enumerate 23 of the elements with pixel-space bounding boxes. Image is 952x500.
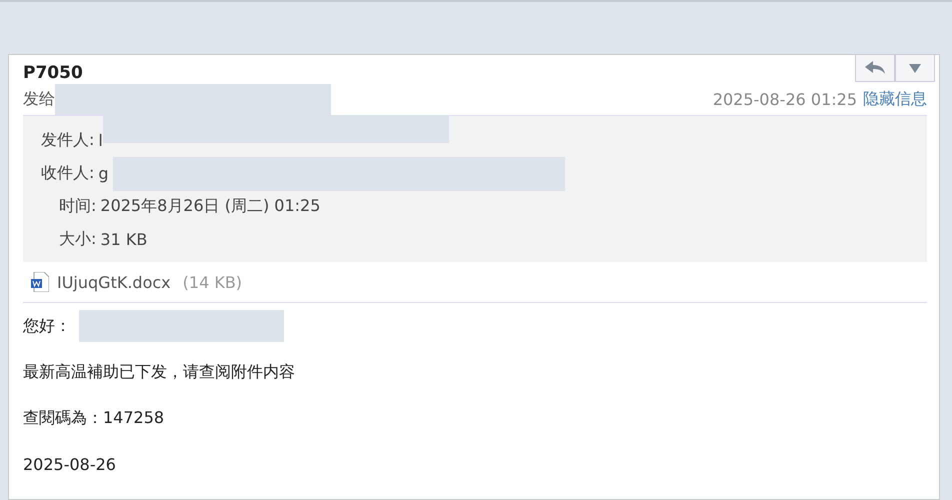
caret-icon xyxy=(909,64,921,72)
body-text: 最新高温補助已下发，请查阅附件内容 xyxy=(23,362,295,382)
attachment-size: (14 KB) xyxy=(182,272,242,292)
more-button[interactable] xyxy=(895,55,935,82)
detail-label: 时间: xyxy=(59,196,96,217)
detail-value: l xyxy=(98,131,103,150)
body-text: 2025-08-26 xyxy=(23,454,116,474)
email-date: 2025-08-26 01:25 xyxy=(712,90,857,108)
detail-label: 发件人: xyxy=(41,130,94,151)
detail-label: 收件人: xyxy=(41,163,94,184)
detail-value: 31 KB xyxy=(100,230,148,249)
reply-icon xyxy=(865,61,885,75)
reply-button[interactable] xyxy=(855,55,895,82)
to-label: 发给 xyxy=(23,88,55,110)
detail-value: g xyxy=(98,164,109,183)
word-document-icon xyxy=(31,272,49,292)
attachment-link[interactable]: IUjuqGtK.docx xyxy=(57,272,171,292)
hide-details-link[interactable]: 隐藏信息 xyxy=(863,88,927,110)
detail-label: 大小: xyxy=(59,229,96,250)
body-text: 查閱碼為：147258 xyxy=(23,408,164,428)
body-text: 您好： xyxy=(23,316,71,336)
email-subject: P7050 xyxy=(23,62,83,83)
detail-value: 2025年8月26日 (周二) 01:25 xyxy=(100,196,320,217)
